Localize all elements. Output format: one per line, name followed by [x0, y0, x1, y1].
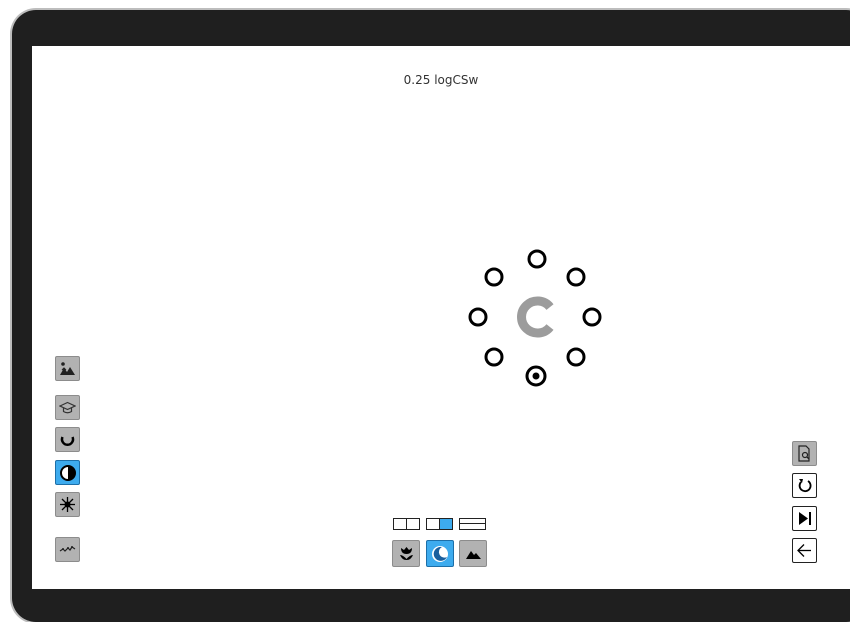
report-preview-button[interactable]: [792, 441, 817, 466]
layout-right-highlight-icon: [439, 519, 452, 529]
results-graph-button[interactable]: [55, 537, 80, 562]
starburst-icon: [59, 496, 76, 513]
night-mode-button[interactable]: [426, 540, 454, 567]
acuity-button[interactable]: [55, 427, 80, 452]
back-button[interactable]: [792, 538, 817, 563]
mountain-icon: [465, 545, 482, 562]
night-mode-icon: [430, 544, 450, 564]
contrast-measurement: 0.25 logCSw: [403, 73, 479, 87]
daylight-mode-button[interactable]: [392, 540, 420, 567]
refresh-icon: [796, 477, 813, 494]
outdoor-mode-button[interactable]: [459, 540, 487, 567]
layout-split-vertical-button[interactable]: [393, 518, 420, 530]
skip-button[interactable]: [792, 506, 817, 531]
response-ring-bottom-left[interactable]: [483, 346, 505, 368]
response-ring-bottom-selected[interactable]: [524, 364, 548, 388]
flower-icon: [398, 545, 415, 562]
layout-right-highlight-button[interactable]: [426, 518, 453, 530]
response-ring-bottom-right[interactable]: [565, 346, 587, 368]
response-ring-top-left[interactable]: [483, 266, 505, 288]
response-ring-top-right[interactable]: [565, 266, 587, 288]
training-button[interactable]: [55, 395, 80, 420]
scene-button[interactable]: [55, 356, 80, 381]
response-ring-left[interactable]: [467, 306, 489, 328]
glare-button[interactable]: [55, 492, 80, 517]
response-ring-right[interactable]: [581, 306, 603, 328]
landolt-c-optotype: [515, 296, 555, 338]
test-screen: 0.25 logCSw: [32, 46, 850, 589]
graph-wave-icon: [59, 541, 76, 558]
response-ring-top[interactable]: [526, 248, 548, 270]
layout-split-horizontal-button[interactable]: [459, 518, 486, 530]
contrast-icon: [59, 464, 77, 482]
back-arrow-icon: [796, 542, 813, 559]
contrast-button[interactable]: [55, 460, 80, 485]
layout-split-horizontal-icon: [460, 523, 485, 525]
layout-split-vertical-icon: [406, 519, 408, 529]
landscape-person-icon: [59, 360, 76, 377]
landolt-c-icon: [59, 431, 76, 448]
graduation-cap-icon: [59, 399, 76, 416]
restart-button[interactable]: [792, 473, 817, 498]
document-search-icon: [796, 445, 813, 462]
skip-next-icon: [796, 510, 813, 527]
